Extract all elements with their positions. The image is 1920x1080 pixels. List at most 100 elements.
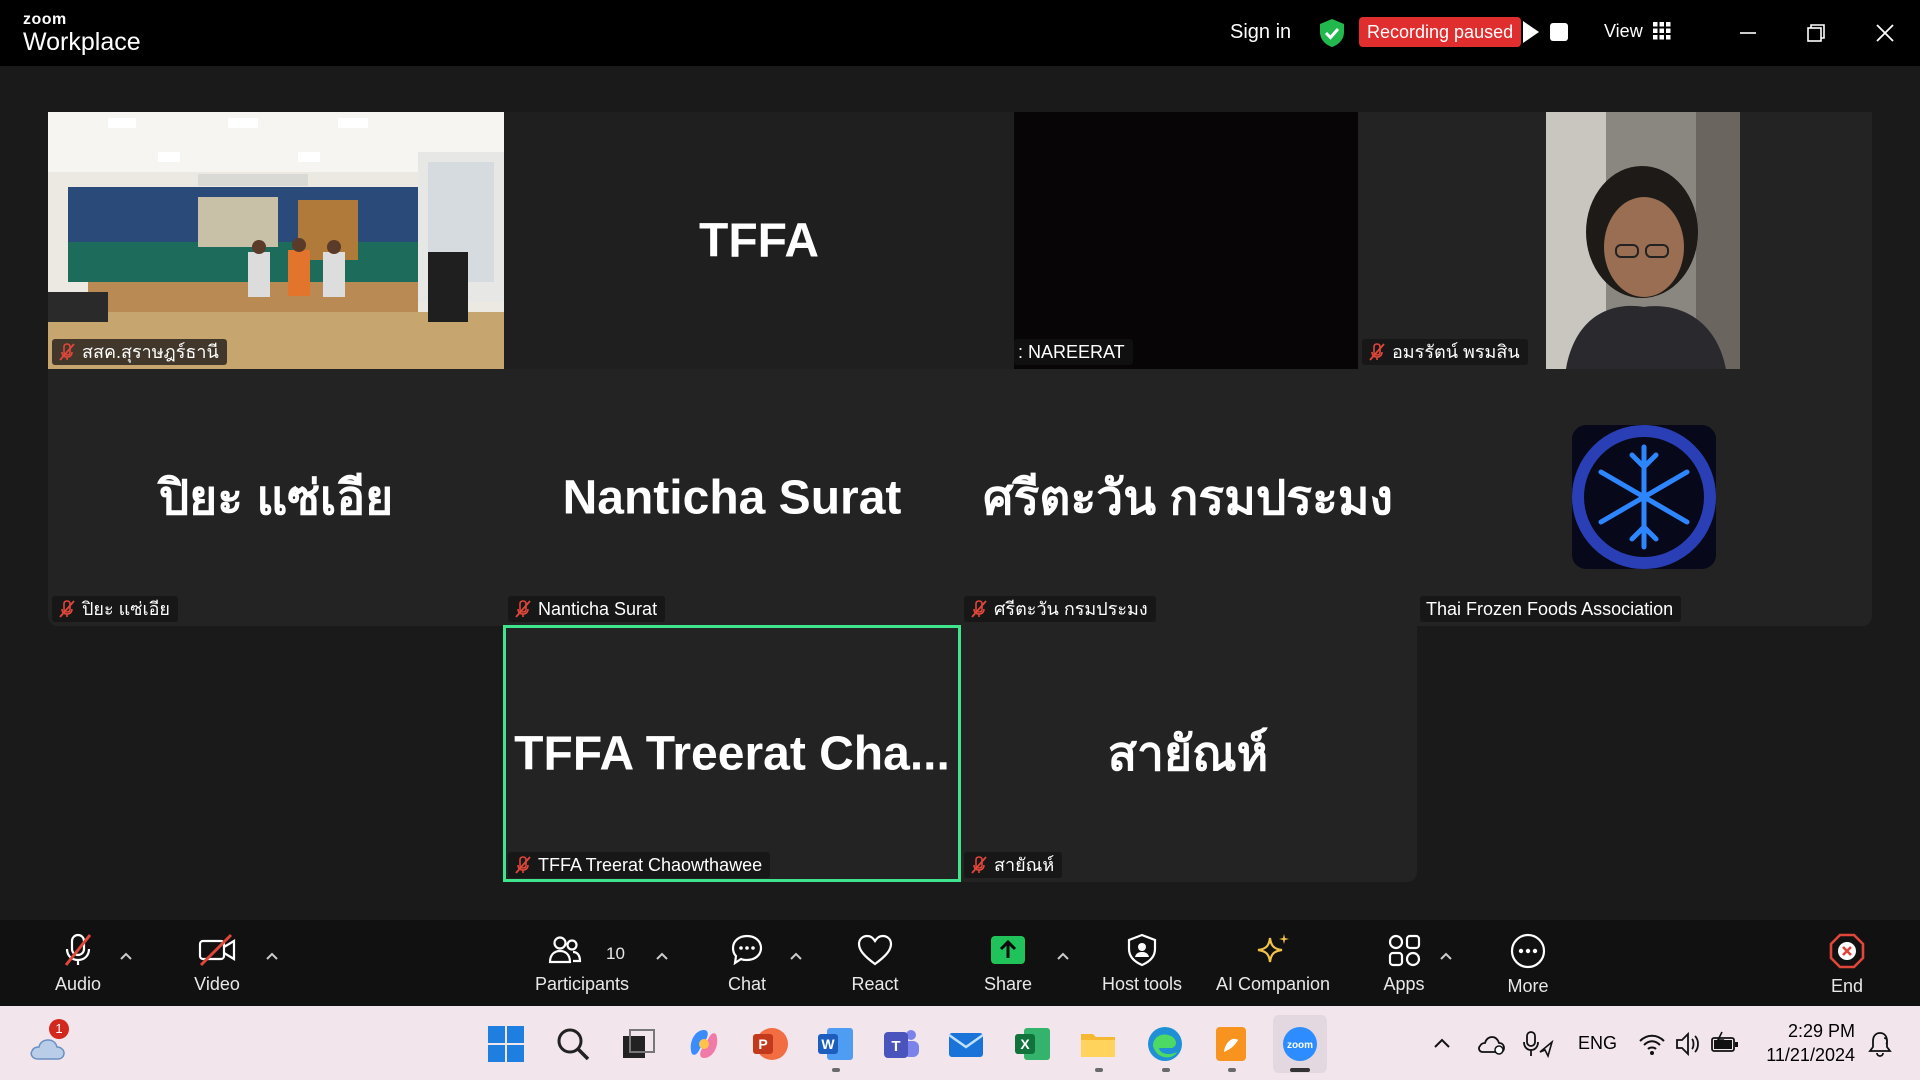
react-label: React xyxy=(851,974,899,994)
video-tile-tffa[interactable]: TFFA xyxy=(504,112,1014,369)
video-tile-treerat[interactable]: TFFA Treerat Cha... TFFA Treerat Chaowth… xyxy=(504,626,960,882)
end-meeting-button[interactable]: End xyxy=(1792,932,1902,1008)
video-tile-sritawan[interactable]: ศรีตะวัน กรมประมง ศรีตะวัน กรมประมง xyxy=(960,369,1416,626)
host-tools-label: Host tools xyxy=(1101,974,1183,994)
chat-button[interactable]: Chat xyxy=(692,932,802,1008)
edge-running-indicator xyxy=(1162,1068,1170,1072)
stop-recording-icon[interactable] xyxy=(1547,20,1571,44)
muted-mic-icon xyxy=(515,600,531,618)
microphone-muted-icon xyxy=(64,933,92,966)
excel-icon[interactable]: X xyxy=(1012,1024,1052,1064)
svg-text:P: P xyxy=(758,1036,767,1052)
show-hidden-icons-chevron-up-icon[interactable] xyxy=(1430,1032,1454,1056)
snowflake-logo-icon xyxy=(1572,425,1716,569)
video-tile-nanticha[interactable]: Nanticha Surat Nanticha Surat xyxy=(504,369,960,626)
muted-mic-icon xyxy=(59,343,75,361)
sign-in-link[interactable]: Sign in xyxy=(1230,21,1291,44)
video-tile-sayan[interactable]: สายัณห์ สายัณห์ xyxy=(960,626,1416,882)
audio-options-chevron-up-icon[interactable] xyxy=(118,948,134,964)
participant-name-tag: อมรรัตน์ พรมสิน xyxy=(1362,339,1528,365)
video-tile-surat-thani[interactable]: สสค.สุราษฎร์ธานี xyxy=(48,112,504,369)
muted-mic-icon xyxy=(59,600,75,618)
participant-name-tag: สายัณห์ xyxy=(964,852,1063,878)
participant-name: Thai Frozen Foods Association xyxy=(1426,599,1674,619)
encryption-shield-icon[interactable] xyxy=(1318,18,1346,48)
file-explorer-icon[interactable] xyxy=(1078,1024,1118,1064)
powerpoint-icon[interactable]: P xyxy=(750,1024,790,1064)
pdf-running-indicator xyxy=(1228,1068,1236,1072)
participant-name-tag: ศรีตะวัน กรมประมง xyxy=(964,596,1156,622)
apps-grid-icon xyxy=(1388,934,1421,967)
restore-window-icon[interactable] xyxy=(1801,18,1831,48)
react-button[interactable]: React xyxy=(820,932,930,1008)
video-tile-thai-frozen-foods[interactable]: Thai Frozen Foods Association xyxy=(1416,369,1872,626)
battery-charging-icon[interactable] xyxy=(1710,1030,1740,1058)
host-tools-button[interactable]: Host tools xyxy=(1087,932,1197,1008)
sparkle-icon xyxy=(1257,934,1289,963)
chat-bubble-icon xyxy=(731,934,763,966)
ai-companion-button[interactable]: AI Companion xyxy=(1208,932,1338,1008)
participant-name-tag: Thai Frozen Foods Association xyxy=(1420,596,1682,622)
video-options-chevron-up-icon[interactable] xyxy=(264,948,280,964)
video-button[interactable]: Video xyxy=(162,932,272,1008)
edge-browser-icon[interactable] xyxy=(1145,1024,1185,1064)
participant-name: ปิยะ แซ่เอีย xyxy=(82,599,170,619)
notification-bell-icon[interactable] xyxy=(1866,1030,1894,1058)
more-options-icon xyxy=(1510,933,1546,969)
end-meeting-icon xyxy=(1829,933,1865,969)
wifi-icon[interactable] xyxy=(1638,1030,1666,1058)
onedrive-sync-icon[interactable] xyxy=(1476,1030,1508,1058)
title-bar: zoom Workplace Sign in Recording paused … xyxy=(0,0,1920,66)
view-menu-button[interactable]: View xyxy=(1604,21,1643,42)
gallery-grid-icon[interactable] xyxy=(1653,22,1671,40)
muted-mic-icon xyxy=(515,856,531,874)
volume-icon[interactable] xyxy=(1674,1030,1702,1058)
share-button[interactable]: Share xyxy=(953,932,1063,1008)
svg-text:T: T xyxy=(891,1038,900,1055)
system-clock[interactable]: 2:29 PM 11/21/2024 xyxy=(1755,1019,1855,1067)
participants-options-chevron-up-icon[interactable] xyxy=(654,948,670,964)
participant-name: สายัณห์ xyxy=(994,855,1055,875)
end-label: End xyxy=(1830,976,1864,996)
participant-name-tag: ปิยะ แซ่เอีย xyxy=(52,596,178,622)
brand-big: Workplace xyxy=(23,28,141,56)
share-label: Share xyxy=(983,974,1033,994)
mail-icon[interactable] xyxy=(946,1024,986,1064)
task-view-icon[interactable] xyxy=(619,1024,659,1064)
windows-start-icon[interactable] xyxy=(486,1024,526,1064)
audio-button[interactable]: Audio xyxy=(23,932,133,1008)
conference-room-video xyxy=(48,112,504,369)
ai-companion-label: AI Companion xyxy=(1215,974,1331,994)
participant-name-tag: Nanticha Surat xyxy=(508,596,666,622)
camera-off-icon xyxy=(198,933,236,967)
video-label: Video xyxy=(194,974,240,994)
minimize-window-icon[interactable] xyxy=(1733,18,1763,48)
input-language-indicator[interactable]: ENG xyxy=(1578,1033,1617,1054)
word-icon[interactable]: W xyxy=(815,1024,855,1064)
video-tile-piya[interactable]: ปิยะ แซ่เอีย ปิยะ แซ่เอีย xyxy=(48,369,504,626)
video-tile-nareerat[interactable]: : NAREERAT xyxy=(1014,112,1358,369)
more-button[interactable]: More xyxy=(1473,932,1583,1008)
participant-name-tag: สสค.สุราษฎร์ธานี xyxy=(52,339,227,365)
microphone-location-icon[interactable] xyxy=(1522,1030,1554,1058)
video-tile-amornrat[interactable]: อมรรัตน์ พรมสิน xyxy=(1358,112,1872,369)
close-window-icon[interactable] xyxy=(1870,18,1900,48)
muted-mic-icon xyxy=(971,856,987,874)
participant-display-name: ศรีตะวัน กรมประมง xyxy=(983,471,1393,525)
copilot-icon[interactable] xyxy=(684,1024,724,1064)
search-icon[interactable] xyxy=(553,1024,593,1064)
clock-date: 11/21/2024 xyxy=(1766,1045,1855,1065)
participants-label: Participants xyxy=(534,974,630,994)
chat-options-chevron-up-icon[interactable] xyxy=(788,948,804,964)
recording-status-badge[interactable]: Recording paused xyxy=(1359,17,1522,47)
share-options-chevron-up-icon[interactable] xyxy=(1055,948,1071,964)
heart-icon xyxy=(857,934,893,966)
participant-name: ศรีตะวัน กรมประมง xyxy=(994,599,1148,619)
resume-recording-icon[interactable] xyxy=(1520,18,1542,46)
teams-icon[interactable]: T xyxy=(881,1024,921,1064)
apps-button[interactable]: Apps xyxy=(1349,932,1459,1008)
zoom-app-icon[interactable]: zoom xyxy=(1280,1024,1320,1064)
apps-options-chevron-up-icon[interactable] xyxy=(1438,948,1454,964)
apps-label: Apps xyxy=(1383,974,1425,994)
pdf-reader-icon[interactable] xyxy=(1211,1024,1251,1064)
